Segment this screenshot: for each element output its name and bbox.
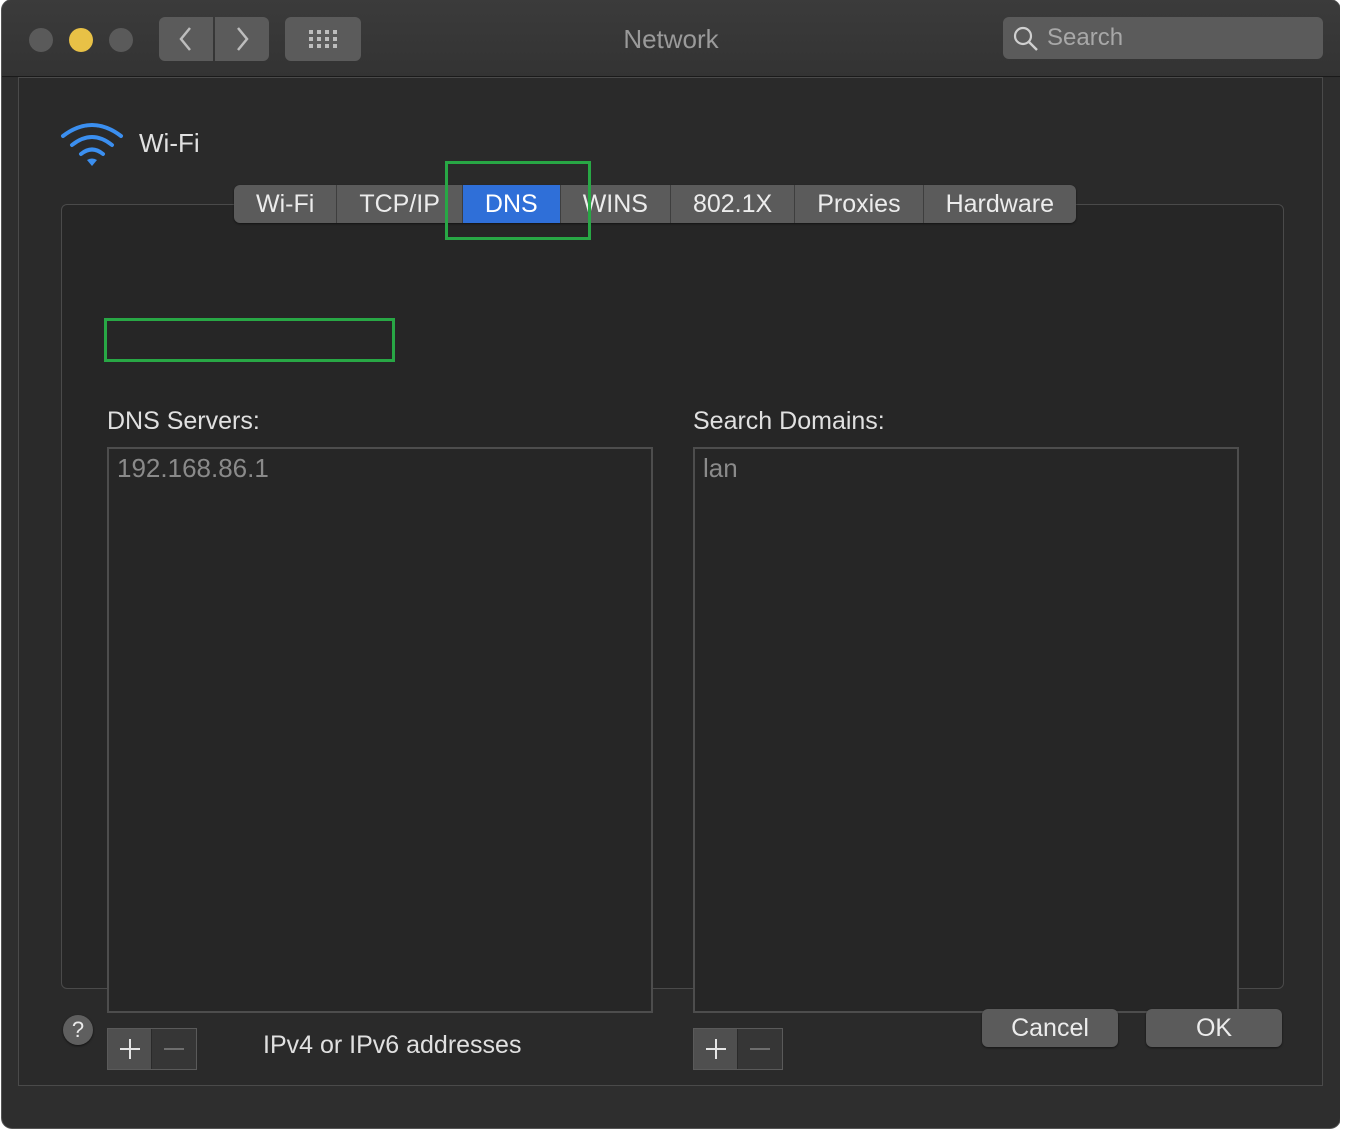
- title-bar: Network: [2, 0, 1340, 77]
- tab-panel: DNS Servers: 192.168.86.1 Search Domains…: [61, 204, 1284, 1070]
- cancel-button[interactable]: Cancel: [982, 1009, 1118, 1047]
- search-domains-list[interactable]: lan: [693, 447, 1239, 1013]
- add-dns-server-button[interactable]: [108, 1029, 152, 1069]
- dns-servers-controls: [107, 1028, 197, 1070]
- minus-icon: [750, 1048, 770, 1050]
- tab-dns[interactable]: DNS: [462, 185, 561, 223]
- tab-hardware[interactable]: Hardware: [924, 185, 1076, 223]
- dns-servers-label: DNS Servers:: [107, 407, 260, 435]
- search-domain-entry[interactable]: lan: [703, 453, 738, 484]
- remove-dns-server-button[interactable]: [152, 1029, 196, 1069]
- minus-icon: [164, 1048, 184, 1050]
- search-field[interactable]: [1003, 17, 1323, 59]
- remove-search-domain-button[interactable]: [738, 1029, 782, 1069]
- search-domains-controls: [693, 1028, 783, 1070]
- background-strip: [1340, 0, 1348, 1132]
- ok-button[interactable]: OK: [1146, 1009, 1282, 1047]
- search-input[interactable]: [1047, 17, 1307, 59]
- plus-icon: [705, 1039, 726, 1059]
- add-search-domain-button[interactable]: [694, 1029, 738, 1069]
- search-domains-label: Search Domains:: [693, 407, 885, 435]
- dns-servers-list[interactable]: 192.168.86.1: [107, 447, 653, 1013]
- service-name: Wi-Fi: [139, 128, 200, 158]
- wifi-icon: [61, 123, 123, 166]
- tab-tcpip[interactable]: TCP/IP: [337, 185, 463, 223]
- search-icon: [1013, 26, 1038, 51]
- tab-8021x[interactable]: 802.1X: [671, 185, 796, 223]
- dns-server-entry[interactable]: 192.168.86.1: [117, 453, 269, 484]
- tab-wifi[interactable]: Wi-Fi: [234, 185, 338, 223]
- plus-icon: [119, 1039, 140, 1059]
- help-button[interactable]: ?: [63, 1015, 93, 1045]
- content-pane: Wi-Fi DNS Servers: 192.168.86.1 Search D…: [18, 77, 1323, 1086]
- dns-hint-text: IPv4 or IPv6 addresses: [263, 1031, 522, 1059]
- tab-wins[interactable]: WINS: [561, 185, 671, 223]
- network-preferences-window: Network Wi-Fi DNS Servers: 192.168.86.1: [2, 0, 1340, 1128]
- tab-proxies[interactable]: Proxies: [795, 185, 924, 223]
- tab-bar: Wi-Fi TCP/IP DNS WINS 802.1X Proxies Har…: [234, 185, 1076, 223]
